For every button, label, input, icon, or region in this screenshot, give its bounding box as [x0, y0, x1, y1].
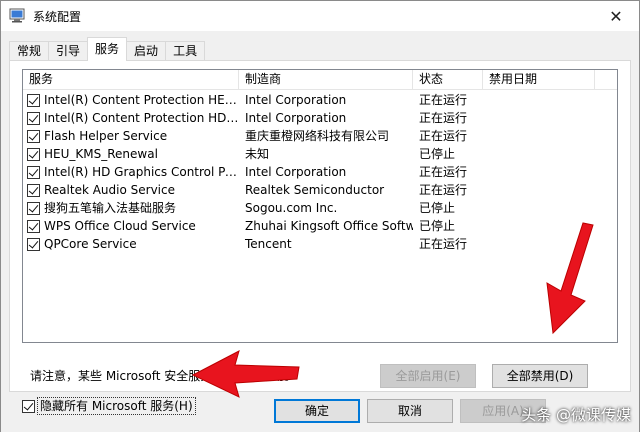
table-row[interactable]: HEU_KMS_Renewal 未知 已停止: [23, 145, 617, 163]
service-name: 搜狗五笔输入法基础服务: [44, 201, 177, 215]
manufacturer-cell: Intel Corporation: [245, 93, 347, 107]
manufacturer-cell: Intel Corporation: [245, 111, 347, 125]
service-cell: Intel(R) Content Protection HDCP ...: [23, 109, 239, 127]
status-cell: 已停止: [419, 201, 456, 215]
list-header: 服务 制造商 状态 禁用日期: [23, 70, 617, 90]
service-cell: Intel(R) Content Protection HECI S...: [23, 91, 239, 109]
disabled-date-cell: [483, 199, 593, 217]
table-row[interactable]: QPCore Service Tencent 正在运行: [23, 235, 617, 253]
header-status[interactable]: 状态: [413, 70, 483, 90]
manufacturer-cell: 重庆重橙网络科技有限公司: [245, 129, 390, 143]
disabled-date-cell: [483, 145, 593, 163]
status-cell: 正在运行: [419, 93, 468, 107]
service-cell: Flash Helper Service: [23, 127, 239, 145]
status-cell: 已停止: [419, 147, 456, 161]
service-cell: HEU_KMS_Renewal: [23, 145, 239, 163]
service-cell: Intel(R) HD Graphics Control Panel ...: [23, 163, 239, 181]
table-row[interactable]: Intel(R) Content Protection HDCP ... Int…: [23, 109, 617, 127]
manufacturer-cell: 未知: [245, 147, 270, 161]
service-name: Realtek Audio Service: [44, 183, 175, 197]
watermark-text: 头条 @微课传媒: [521, 406, 631, 424]
microsoft-services-notice: 请注意，某些 Microsoft 安全服务可能无法禁用。: [30, 369, 297, 383]
disabled-date-cell: [483, 127, 593, 145]
header-manufacturer[interactable]: 制造商: [239, 70, 413, 90]
status-cell: 正在运行: [419, 111, 468, 125]
tab-boot[interactable]: 引导: [48, 41, 89, 61]
manufacturer-cell: Tencent: [245, 237, 292, 251]
header-service[interactable]: 服务: [23, 70, 239, 90]
disabled-date-cell: [483, 163, 593, 181]
service-name: HEU_KMS_Renewal: [44, 147, 158, 161]
enable-all-button[interactable]: 全部启用(E): [380, 364, 476, 388]
watermark: 头条 @微课传媒: [521, 404, 631, 425]
service-checkbox[interactable]: [27, 219, 40, 233]
service-checkbox[interactable]: [27, 165, 40, 179]
manufacturer-cell: Sogou.com Inc.: [245, 201, 338, 215]
status-cell: 正在运行: [419, 129, 468, 143]
table-row[interactable]: Realtek Audio Service Realtek Semiconduc…: [23, 181, 617, 199]
tab-strip: 常规 引导 服务 启动 工具: [9, 37, 206, 61]
manufacturer-cell: Realtek Semiconductor: [245, 183, 385, 197]
title-bar: 系统配置 ✕: [1, 1, 639, 31]
service-checkbox[interactable]: [27, 237, 40, 251]
hide-microsoft-label: 隐藏所有 Microsoft 服务(H): [37, 397, 196, 415]
service-checkbox[interactable]: [27, 129, 40, 143]
dialog-body: 常规 引导 服务 启动 工具 服务 制造商 状态 禁用日期 Intel(R) C…: [1, 31, 639, 432]
tab-services[interactable]: 服务: [87, 37, 128, 61]
close-button[interactable]: ✕: [593, 1, 639, 31]
services-list[interactable]: 服务 制造商 状态 禁用日期 Intel(R) Content Protecti…: [22, 69, 618, 343]
service-checkbox[interactable]: [27, 93, 40, 107]
manufacturer-cell: Intel Corporation: [245, 165, 347, 179]
service-cell: 搜狗五笔输入法基础服务: [23, 199, 239, 217]
manufacturer-cell: Zhuhai Kingsoft Office Softw...: [245, 219, 413, 233]
service-name: Flash Helper Service: [44, 129, 168, 143]
table-row[interactable]: 搜狗五笔输入法基础服务 Sogou.com Inc. 已停止: [23, 199, 617, 217]
system-config-window: 系统配置 ✕ 常规 引导 服务 启动 工具 服务 制造商 状态 禁用日期 Int…: [0, 0, 640, 432]
table-row[interactable]: Flash Helper Service 重庆重橙网络科技有限公司 正在运行: [23, 127, 617, 145]
disabled-date-cell: [483, 217, 593, 235]
disabled-date-cell: [483, 109, 593, 127]
status-cell: 正在运行: [419, 165, 468, 179]
hide-microsoft-services[interactable]: 隐藏所有 Microsoft 服务(H): [22, 397, 196, 415]
cancel-button[interactable]: 取消: [367, 399, 453, 423]
table-row[interactable]: Intel(R) Content Protection HECI S... In…: [23, 91, 617, 109]
hide-microsoft-checkbox[interactable]: [22, 399, 35, 413]
service-checkbox[interactable]: [27, 183, 40, 197]
window-title: 系统配置: [33, 10, 82, 24]
status-cell: 正在运行: [419, 237, 468, 251]
disable-all-button[interactable]: 全部禁用(D): [492, 364, 588, 388]
ok-button[interactable]: 确定: [274, 399, 360, 423]
status-cell: 正在运行: [419, 183, 468, 197]
list-rows: Intel(R) Content Protection HECI S... In…: [23, 91, 617, 253]
service-name: Intel(R) Content Protection HDCP ...: [44, 111, 239, 125]
disabled-date-cell: [483, 91, 593, 109]
status-cell: 已停止: [419, 219, 456, 233]
tab-tools[interactable]: 工具: [165, 41, 206, 61]
tab-general[interactable]: 常规: [9, 41, 50, 61]
service-name: Intel(R) Content Protection HECI S...: [44, 93, 239, 107]
disabled-date-cell: [483, 181, 593, 199]
service-name: WPS Office Cloud Service: [44, 219, 196, 233]
close-icon: ✕: [609, 6, 623, 26]
services-panel: 服务 制造商 状态 禁用日期 Intel(R) Content Protecti…: [9, 60, 631, 415]
service-name: QPCore Service: [44, 237, 137, 251]
tab-startup[interactable]: 启动: [126, 41, 167, 61]
header-disabled-date[interactable]: 禁用日期: [483, 70, 595, 90]
service-checkbox[interactable]: [27, 111, 40, 125]
service-name: Intel(R) HD Graphics Control Panel ...: [44, 165, 239, 179]
service-cell: QPCore Service: [23, 235, 239, 253]
service-cell: WPS Office Cloud Service: [23, 217, 239, 235]
table-row[interactable]: Intel(R) HD Graphics Control Panel ... I…: [23, 163, 617, 181]
system-config-app-icon: [9, 8, 25, 23]
service-checkbox[interactable]: [27, 147, 40, 161]
service-checkbox[interactable]: [27, 201, 40, 215]
service-cell: Realtek Audio Service: [23, 181, 239, 199]
table-row[interactable]: WPS Office Cloud Service Zhuhai Kingsoft…: [23, 217, 617, 235]
disabled-date-cell: [483, 235, 593, 253]
